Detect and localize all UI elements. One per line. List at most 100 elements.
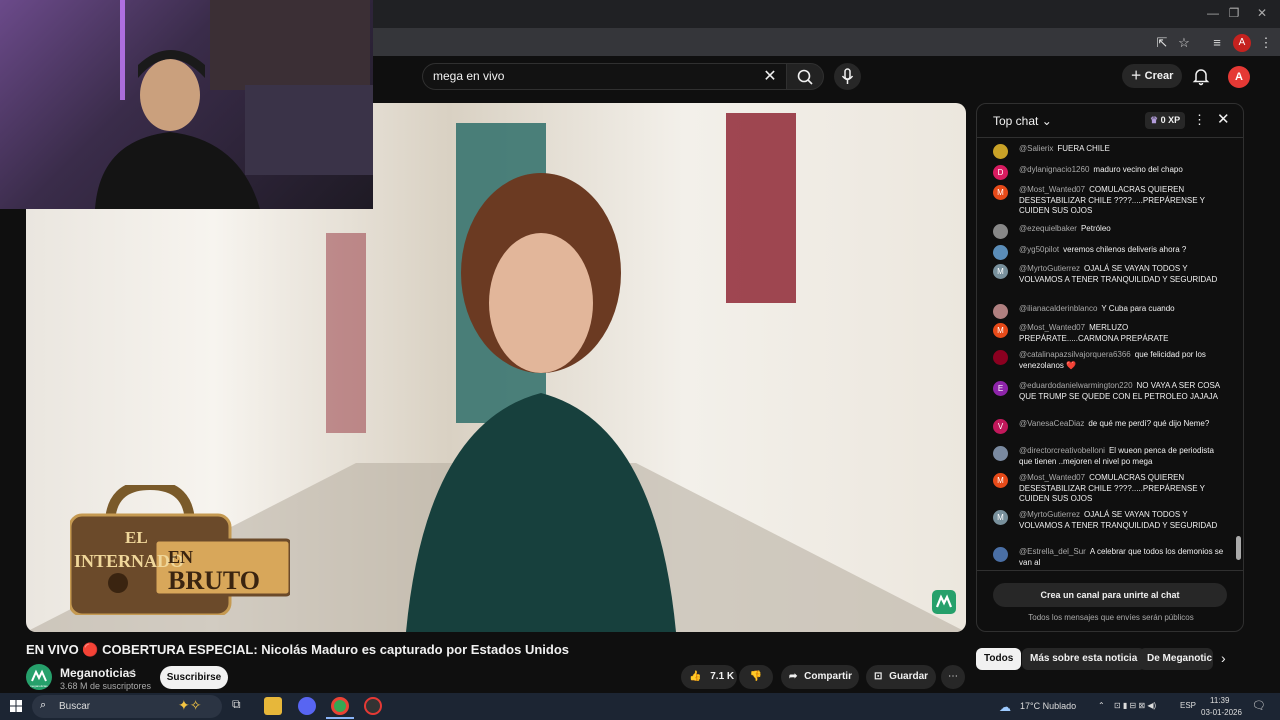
file-explorer-icon[interactable] xyxy=(264,697,282,715)
chat-header: Top chat ⌄ ♛ 0 XP ⋮ ✕ xyxy=(977,104,1243,138)
bookmark-star-icon[interactable]: ☆ xyxy=(1175,34,1193,52)
create-channel-button[interactable]: Crea un canal para unirte al chat xyxy=(993,583,1227,607)
chat-message[interactable]: M @MyrtoGutierrez OJALÁ SE VAYAN TODOS Y V… xyxy=(991,510,1225,531)
discord-icon[interactable] xyxy=(298,697,316,715)
notification-center-icon[interactable]: 🗨 xyxy=(1252,699,1266,712)
search-input[interactable] xyxy=(433,69,753,83)
subscribe-button[interactable]: Suscribirse xyxy=(160,666,228,689)
search-icon xyxy=(797,69,813,85)
chat-text: de qué me perdí? qué dijo Neme? xyxy=(1088,419,1210,428)
chat-author: @ezequielbaker xyxy=(1019,224,1077,233)
cloud-weather-icon[interactable]: ☁ xyxy=(999,700,1011,714)
chat-menu-icon[interactable]: ⋮ xyxy=(1193,112,1206,128)
plus-icon: ＋ xyxy=(1130,70,1145,82)
close-chat-icon[interactable]: ✕ xyxy=(1217,110,1230,128)
account-avatar[interactable]: A xyxy=(1228,66,1250,88)
media-controls-icon[interactable]: ≡ xyxy=(1208,34,1226,52)
save-button[interactable]: ⊡ Guardar xyxy=(866,665,936,689)
chip-all[interactable]: Todos xyxy=(976,648,1022,670)
chip-more-news[interactable]: Más sobre esta noticia xyxy=(1022,648,1146,670)
task-view-icon[interactable]: ⧉ xyxy=(232,697,250,715)
chat-text: FUERA CHILE xyxy=(1057,144,1110,153)
clock-time[interactable]: 11:39 xyxy=(1210,696,1229,705)
chat-message[interactable]: @catalinapazsilvajorquera6366 que felicid… xyxy=(991,350,1225,371)
dislike-button[interactable]: 👎 xyxy=(739,665,773,689)
share-button[interactable]: ➦ Compartir xyxy=(781,665,859,689)
more-actions-icon[interactable]: ⋯ xyxy=(941,665,965,689)
chat-message[interactable]: D @dylanignacio1260 maduro vecino del chap… xyxy=(991,165,1225,180)
search-box[interactable] xyxy=(422,63,786,90)
subscriber-count: 3.68 M de suscriptores xyxy=(60,681,152,691)
chat-message[interactable]: @ilianacalderinblanco Y Cuba para cuando xyxy=(991,304,1225,319)
weather-text[interactable]: 17°C Nublado xyxy=(1020,701,1076,711)
chat-avatar xyxy=(993,446,1008,461)
show-logo: EL INTERNADO EN BRUTO xyxy=(70,485,290,615)
chevron-up-icon[interactable]: ⌃ xyxy=(1098,701,1105,710)
chat-avatar xyxy=(993,224,1008,239)
chat-author: @Salierix xyxy=(1019,144,1054,153)
close-window-icon[interactable]: ✕ xyxy=(1254,6,1270,20)
chat-author: @MyrtoGutierrez xyxy=(1019,510,1081,519)
minimize-icon[interactable]: — xyxy=(1205,6,1221,20)
chat-message[interactable]: E @eduardodanielwarmington220 NO VAYA A SE… xyxy=(991,381,1225,402)
tray-icons[interactable]: ⊡ ▮ ⊟ ⊠ ◀) xyxy=(1114,701,1156,710)
chat-message[interactable]: @Salierix FUERA CHILE xyxy=(991,144,1225,159)
browser-menu-icon[interactable]: ⋮ xyxy=(1257,34,1275,52)
chat-mode-dropdown[interactable]: Top chat ⌄ xyxy=(993,114,1052,128)
obs-icon[interactable] xyxy=(364,697,382,715)
chevron-right-icon[interactable]: › xyxy=(1221,650,1226,666)
crown-icon: ♛ xyxy=(1150,115,1159,125)
search-button[interactable] xyxy=(786,63,824,90)
active-app-indicator xyxy=(326,717,354,719)
voice-search-button[interactable] xyxy=(834,63,861,90)
chat-message[interactable]: M @Most_Wanted07 COMULACRAS QUIEREN DESEST… xyxy=(991,185,1225,217)
show-logo-bruto: BRUTO xyxy=(168,566,260,595)
create-button[interactable]: ＋ Crear xyxy=(1122,64,1182,88)
like-button[interactable]: 👍 7.1 K xyxy=(681,665,737,689)
chat-avatar: V xyxy=(993,419,1008,434)
channel-avatar[interactable]: meganoticias xyxy=(26,664,52,690)
chat-message[interactable]: M @Most_Wanted07 COMULACRAS QUIEREN DESEST… xyxy=(991,473,1225,505)
like-count: 7.1 K xyxy=(710,671,735,682)
chat-scrollbar[interactable] xyxy=(1236,536,1241,560)
chat-author: @Estrella_del_Sur xyxy=(1019,547,1086,556)
show-logo-en: EN xyxy=(168,547,193,567)
chat-author: @catalinapazsilvajorquera6366 xyxy=(1019,350,1131,359)
chat-message[interactable]: @ezequielbaker Petróleo xyxy=(991,224,1225,239)
xp-badge[interactable]: ♛ 0 XP xyxy=(1145,112,1186,129)
save-label: Guardar xyxy=(889,671,929,682)
chat-author: @Most_Wanted07 xyxy=(1019,185,1086,194)
thumbs-down-icon: 👎 xyxy=(749,671,763,682)
chat-author: @yg50pilot xyxy=(1019,245,1060,254)
notifications-bell-icon[interactable] xyxy=(1191,66,1211,86)
restore-icon[interactable]: ❐ xyxy=(1226,6,1242,20)
chat-author: @Most_Wanted07 xyxy=(1019,323,1086,332)
chat-message[interactable]: @Estrella_del_Sur A celebrar que todos lo… xyxy=(991,547,1225,568)
clear-search-icon[interactable]: ✕ xyxy=(760,67,780,87)
chat-message[interactable]: @yg50pilot veremos chilenos deliveris aho… xyxy=(991,245,1225,260)
chat-text: maduro vecino del chapo xyxy=(1093,165,1183,174)
taskbar-search-placeholder: Buscar xyxy=(59,701,91,712)
chat-avatar: M xyxy=(993,473,1008,488)
channel-name[interactable]: Meganoticias xyxy=(60,666,136,680)
clock-date[interactable]: 03-01-2026 xyxy=(1201,708,1242,717)
chip-from-channel[interactable]: De Meganotic xyxy=(1139,648,1213,670)
chat-message[interactable]: V @VanesaCeaDiaz de qué me perdí? qué dijo… xyxy=(991,419,1225,434)
chat-message[interactable]: @directorcreativobelloni El wueon penca d… xyxy=(991,446,1225,467)
chat-message[interactable]: M @Most_Wanted07 MERLUZO PREPÁRATE.....CAR… xyxy=(991,323,1225,344)
chat-author: @dylanignacio1260 xyxy=(1019,165,1090,174)
browser-profile-avatar[interactable]: A xyxy=(1233,34,1251,52)
chat-message[interactable]: M @MyrtoGutierrez OJALÁ SE VAYAN TODOS Y V… xyxy=(991,264,1225,285)
share-label: Compartir xyxy=(804,671,852,682)
windows-start-icon[interactable] xyxy=(10,700,22,712)
chat-text: Y Cuba para cuando xyxy=(1101,304,1175,313)
bookmark-icon: ⊡ xyxy=(874,671,883,682)
install-app-icon[interactable]: ⇱ xyxy=(1153,34,1171,52)
chat-author: @VanesaCeaDiaz xyxy=(1019,419,1085,428)
chat-avatar xyxy=(993,547,1008,562)
chrome-icon[interactable] xyxy=(331,697,349,715)
taskbar-search[interactable]: ⌕ Buscar ✦✧ xyxy=(32,695,222,718)
search-icon: ⌕ xyxy=(40,699,47,711)
input-language[interactable]: ESP xyxy=(1180,701,1196,710)
chat-avatar: E xyxy=(993,381,1008,396)
